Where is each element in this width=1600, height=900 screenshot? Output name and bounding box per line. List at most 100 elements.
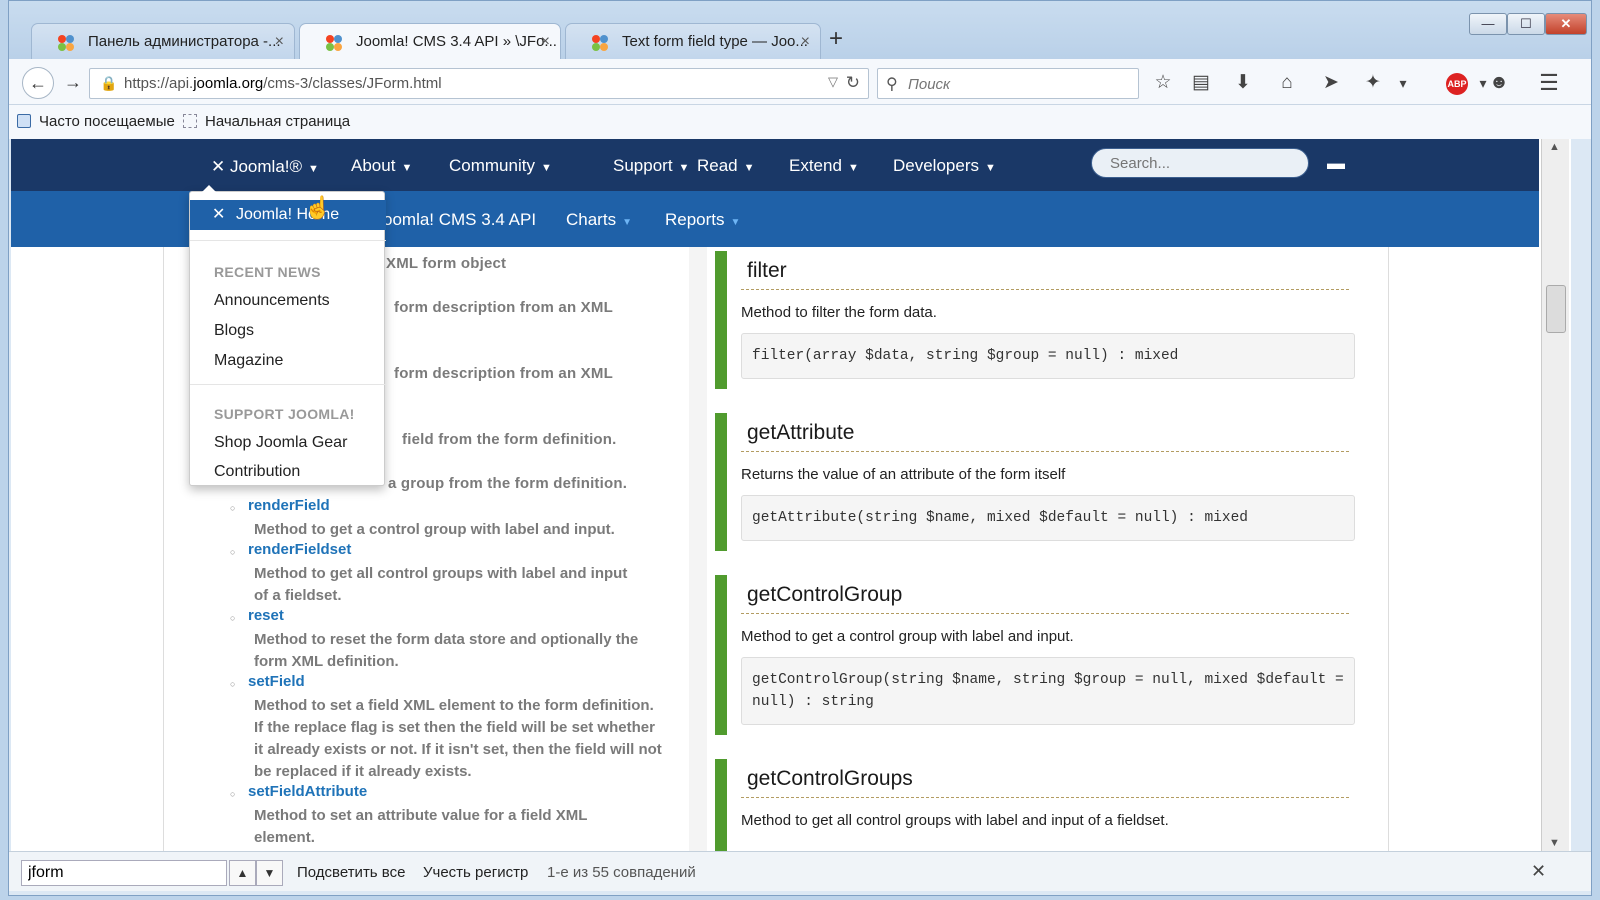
menu-item-magazine[interactable]: Magazine	[214, 352, 283, 370]
message-icon[interactable]: ▬	[1327, 153, 1345, 174]
download-icon[interactable]: ⬇	[1229, 69, 1257, 97]
tab-close-icon[interactable]: ×	[541, 24, 550, 59]
close-window-button[interactable]: ✕	[1545, 13, 1587, 35]
browser-search-box[interactable]: ⚲	[877, 68, 1139, 99]
subnav-charts[interactable]: Charts ▼	[566, 210, 632, 230]
tab-title: Панель администратора -...	[88, 33, 281, 50]
url-domain: joomla.org	[193, 75, 264, 92]
hamburger-menu-icon[interactable]: ☰	[1535, 69, 1563, 97]
nav-community[interactable]: Community ▼	[449, 156, 552, 176]
nav-support[interactable]: Support ▼	[613, 156, 689, 176]
nav-joomla[interactable]: ✕ Joomla!® ▼	[203, 154, 327, 180]
extension-dropdown-icon[interactable]: ▾	[1389, 69, 1417, 97]
method-block-getcontrolgroups: getControlGroups Method to get all contr…	[715, 759, 1355, 851]
find-input[interactable]	[21, 860, 227, 886]
nav-label: Read	[697, 156, 738, 175]
nav-label: Extend	[789, 156, 842, 175]
search-icon: ⚲	[886, 76, 898, 93]
address-bar[interactable]: 🔒 https://api.joomla.org/cms-3/classes/J…	[89, 68, 869, 99]
caret-down-icon: ▼	[401, 162, 413, 174]
menu-item-announcements[interactable]: Announcements	[214, 292, 330, 310]
method-description: Method to set a field XML element to the…	[254, 697, 662, 780]
nav-extend[interactable]: Extend ▼	[789, 156, 859, 176]
method-description: Returns the value of an attribute of the…	[741, 466, 1066, 483]
lock-icon: 🔒	[100, 75, 118, 91]
method-link-setfieldattribute[interactable]: setFieldAttribute	[248, 783, 367, 800]
maximize-button[interactable]: ☐	[1507, 13, 1545, 35]
browser-search-input[interactable]	[908, 73, 1128, 95]
subnav-reports[interactable]: Reports ▼	[665, 210, 740, 230]
reload-icon[interactable]: ↻	[846, 73, 860, 93]
forward-arrow-icon: →	[64, 72, 82, 92]
chat-icon[interactable]: ☻	[1485, 69, 1513, 97]
highlight-all-button[interactable]: Подсветить все	[297, 864, 405, 881]
vertical-scrollbar[interactable]: ▲ ▼	[1541, 139, 1569, 851]
method-title: filter	[741, 251, 1349, 290]
url-prefix: https://api.	[124, 75, 194, 92]
browser-window: Панель администратора -... × Joomla! CMS…	[8, 0, 1592, 896]
partial-text: form description from an XML	[394, 365, 613, 382]
scroll-down-icon[interactable]: ▼	[1549, 837, 1560, 849]
send-icon[interactable]: ➤	[1317, 69, 1345, 97]
tab-text-form-field[interactable]: Text form field type — Joo... ×	[565, 23, 821, 59]
method-link-reset[interactable]: reset	[248, 607, 284, 624]
site-top-navbar: ✕ Joomla!® ▼ About ▼ Community ▼ Support ▼ R…	[11, 139, 1539, 191]
method-description: Method to get all control groups with la…	[741, 812, 1169, 829]
bullet-icon: ○	[230, 789, 236, 799]
nav-developers[interactable]: Developers ▼	[893, 156, 996, 176]
tab-close-icon[interactable]: ×	[801, 24, 810, 59]
find-next-button[interactable]: ▼	[256, 860, 283, 886]
extension-icon[interactable]: ✦	[1359, 69, 1387, 97]
tab-title: Joomla! CMS 3.4 API » \JFo...	[356, 33, 557, 50]
navigation-toolbar: ← → 🔒 https://api.joomla.org/cms-3/class…	[9, 59, 1591, 105]
menu-item-blogs[interactable]: Blogs	[214, 322, 254, 340]
tab-title: Text form field type — Joo...	[622, 33, 808, 50]
tab-joomla-api[interactable]: Joomla! CMS 3.4 API » \JFo... ×	[299, 23, 561, 59]
divider	[190, 384, 386, 385]
match-case-button[interactable]: Учесть регистр	[423, 864, 528, 881]
url-text[interactable]: https://api.joomla.org/cms-3/classes/JFo…	[124, 75, 442, 92]
bullet-icon: ○	[230, 503, 236, 513]
method-details-panel: filter Method to filter the form data. f…	[707, 247, 1389, 851]
menu-section-header: RECENT NEWS	[214, 264, 321, 280]
page-icon	[183, 114, 197, 128]
minimize-button[interactable]: —	[1469, 13, 1507, 35]
bookmark-label: Начальная страница	[205, 113, 351, 130]
nav-read[interactable]: Read ▼	[697, 156, 755, 176]
scroll-up-icon[interactable]: ▲	[1549, 141, 1560, 153]
menu-item-shop-joomla-gear[interactable]: Shop Joomla Gear	[214, 434, 347, 452]
home-icon[interactable]: ⌂	[1273, 69, 1301, 97]
menu-item-contribution[interactable]: Contribution	[214, 463, 300, 481]
method-title: getAttribute	[741, 413, 1349, 452]
menu-item-joomla-home[interactable]: ✕ Joomla! Home	[190, 200, 386, 230]
method-signature: getAttribute(string $name, mixed $defaul…	[741, 495, 1355, 541]
find-previous-button[interactable]: ▲	[229, 860, 256, 886]
site-search-input[interactable]	[1091, 148, 1309, 178]
scroll-thumb[interactable]	[1546, 285, 1566, 333]
find-bar: ▲ ▼ Подсветить все Учесть регистр 1-е из…	[9, 851, 1591, 891]
nav-about[interactable]: About ▼	[351, 156, 412, 176]
back-button[interactable]: ←	[22, 67, 54, 99]
tab-admin-panel[interactable]: Панель администратора -... ×	[31, 23, 295, 59]
method-signature: getControlGroup(string $name, string $gr…	[741, 657, 1355, 725]
bookmark-star-icon[interactable]: ☆	[1149, 69, 1177, 97]
new-tab-button[interactable]: +	[829, 25, 843, 53]
method-link-setfield[interactable]: setField	[248, 673, 305, 690]
caret-down-icon: ▼	[678, 162, 690, 174]
method-link-renderfieldset[interactable]: renderFieldset	[248, 541, 351, 558]
bookmark-start-page[interactable]: Начальная страница	[183, 113, 350, 130]
reading-list-icon[interactable]: ▤	[1187, 69, 1215, 97]
partial-text: form description from an XML	[394, 299, 613, 316]
subnav-cms-api[interactable]: oomla! CMS 3.4 API	[383, 210, 536, 230]
method-link-renderfield[interactable]: renderField	[248, 497, 330, 514]
close-icon[interactable]: ✕	[1531, 861, 1546, 882]
forward-button[interactable]: →	[57, 67, 89, 99]
adblock-icon[interactable]: ABP	[1446, 73, 1468, 95]
method-block-getattribute: getAttribute Returns the value of an att…	[715, 413, 1355, 551]
caret-down-icon: ▼	[847, 162, 859, 174]
bookmark-most-visited[interactable]: Часто посещаемые	[17, 113, 175, 130]
history-dropdown-icon[interactable]: ▽	[828, 74, 838, 90]
tab-close-icon[interactable]: ×	[275, 24, 284, 59]
find-status-text: 1-е из 55 совпадений	[547, 864, 696, 881]
joomla-icon: ✕	[212, 206, 226, 223]
